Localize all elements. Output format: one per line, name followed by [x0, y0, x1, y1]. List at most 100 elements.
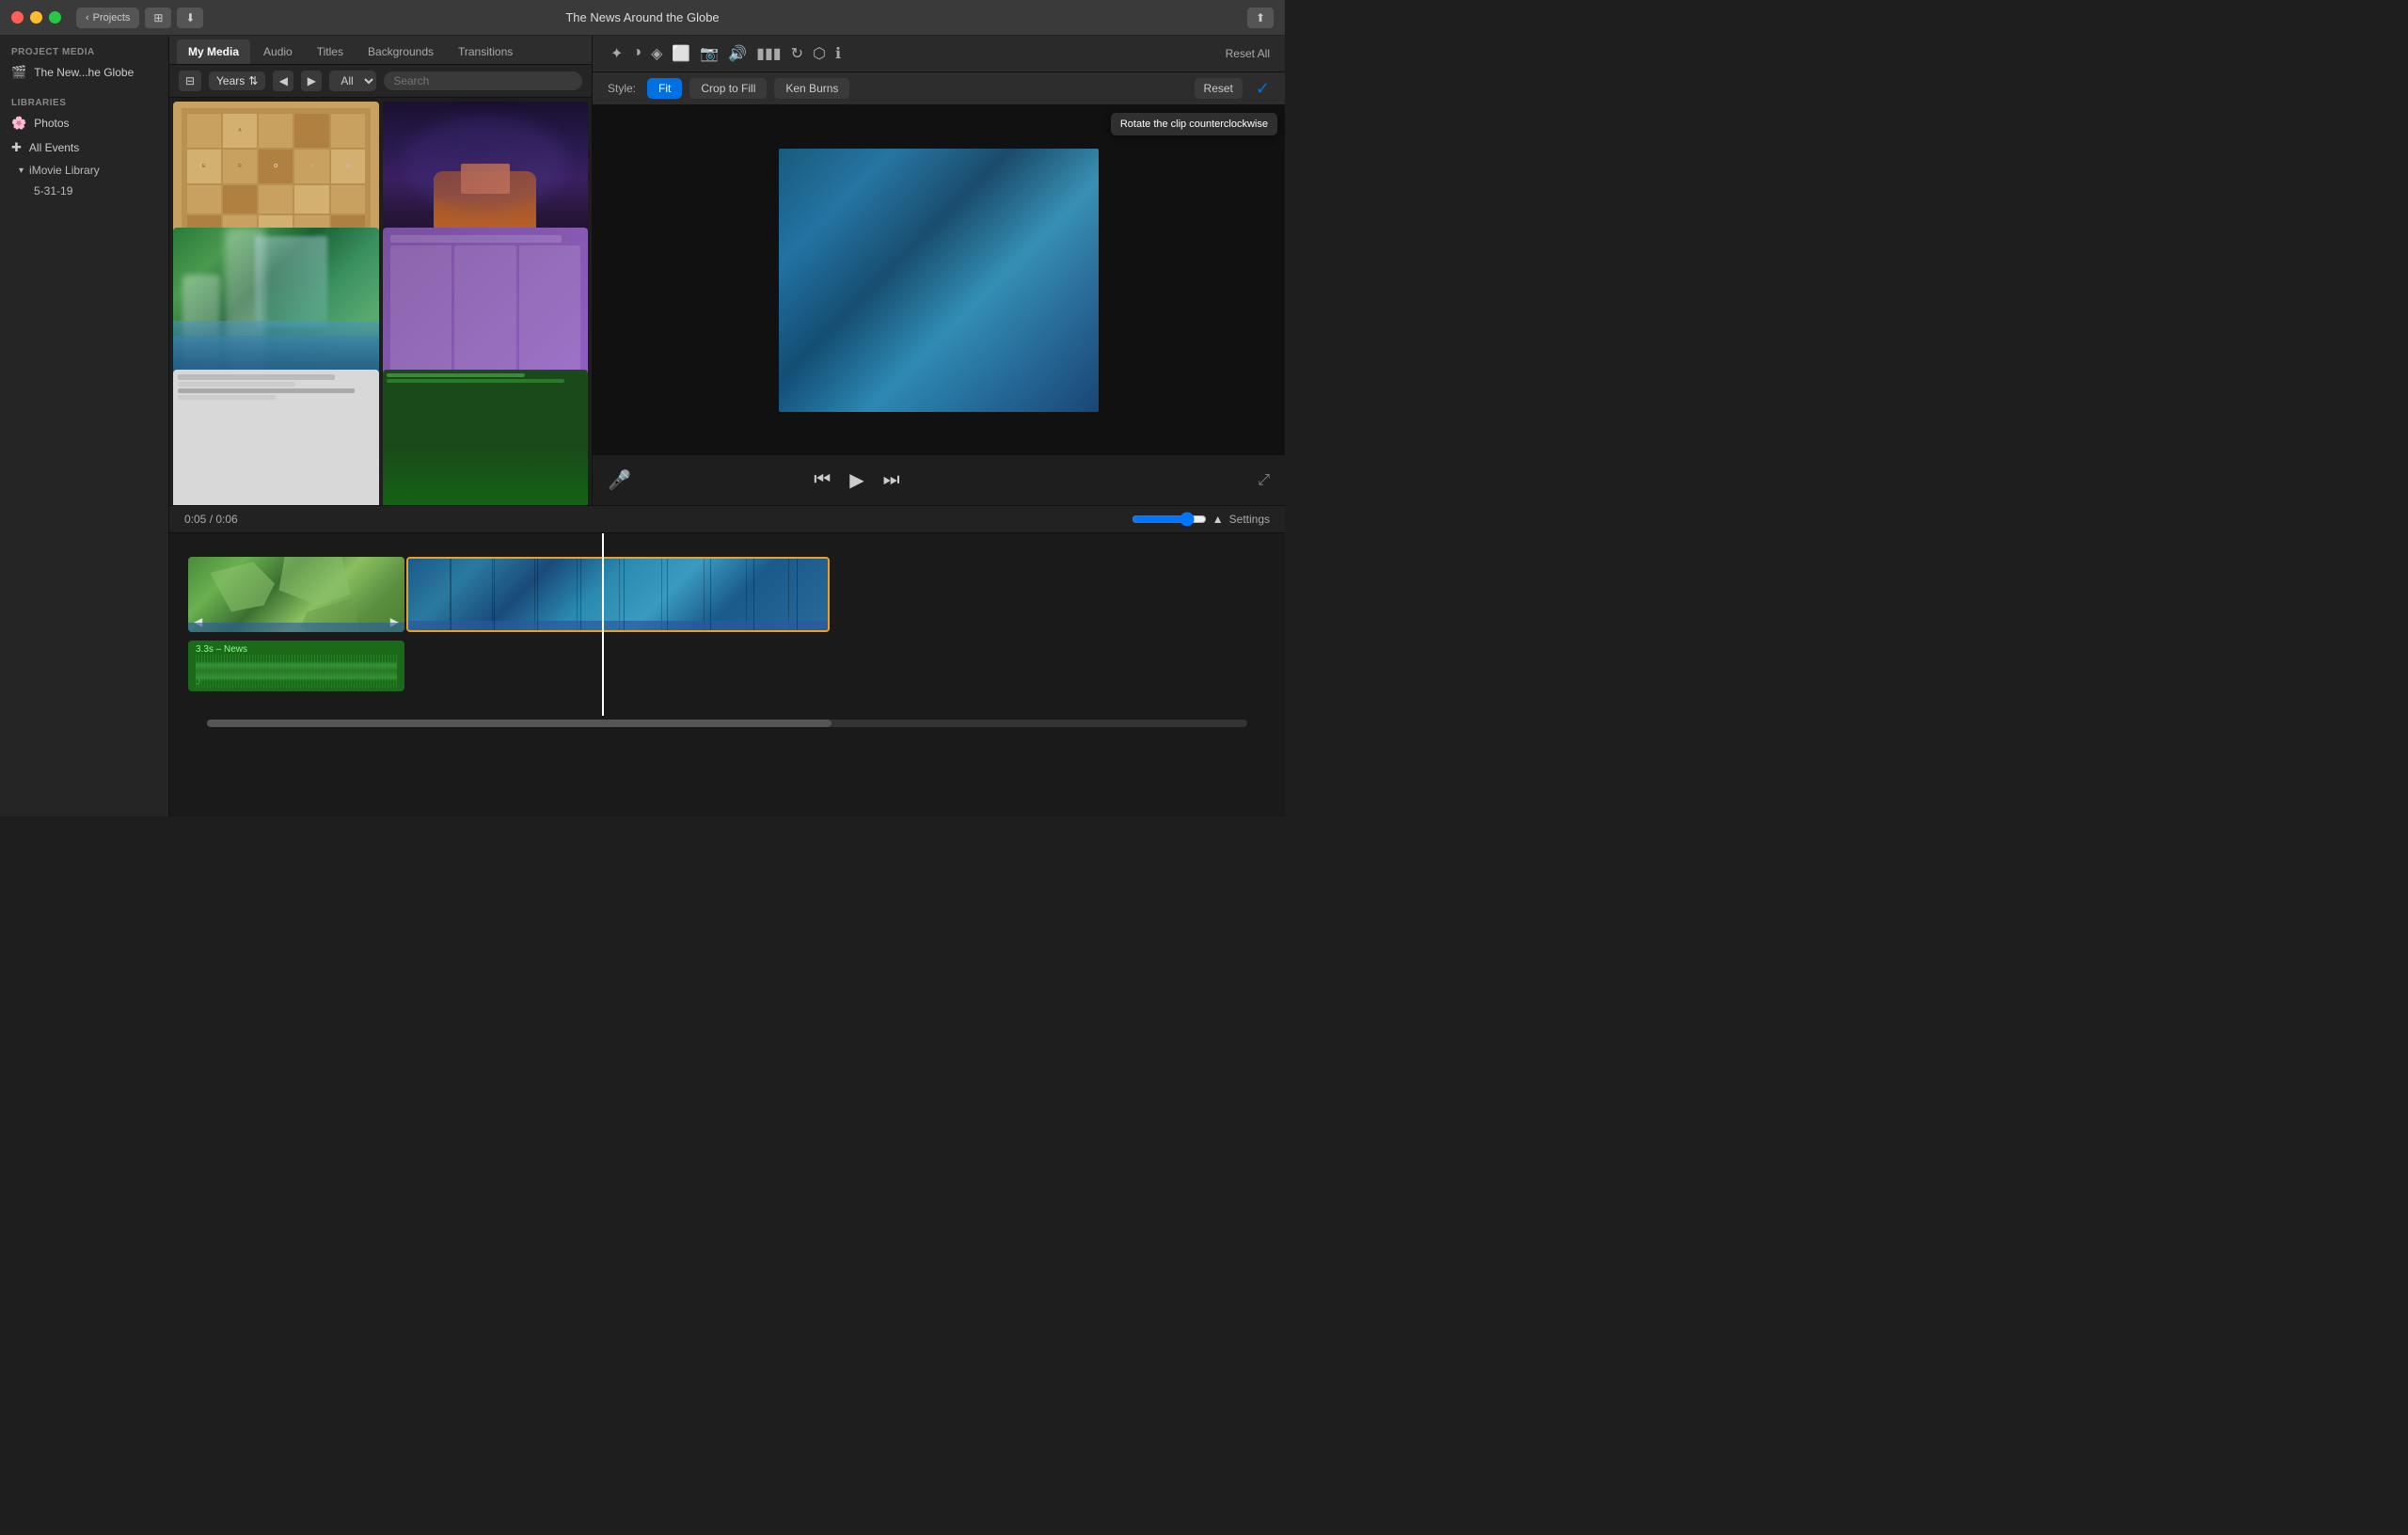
media-thumb-screenshot[interactable]	[173, 370, 379, 505]
zoom-slider[interactable]	[1132, 512, 1207, 527]
clip-waterfall-selected[interactable]	[406, 557, 830, 632]
tab-my-media[interactable]: My Media	[177, 40, 250, 64]
media-thumb-purple[interactable]	[383, 228, 589, 382]
chevron-left-icon: ‹	[86, 12, 89, 24]
expand-icon[interactable]: ⤢	[1258, 472, 1270, 489]
stabilize-icon[interactable]: ↻	[788, 41, 806, 66]
tab-audio[interactable]: Audio	[252, 40, 304, 64]
tab-transitions[interactable]: Transitions	[447, 40, 524, 64]
clip-frame	[408, 559, 828, 630]
media-thumb-waterfall[interactable]	[173, 228, 379, 382]
waveform-wave	[196, 655, 397, 688]
media-toolbar: My Media Audio Titles Backgrounds Transi…	[169, 36, 592, 65]
style-kenburns-button[interactable]: Ken Burns	[774, 78, 849, 99]
close-button[interactable]	[11, 11, 24, 24]
maximize-button[interactable]	[49, 11, 61, 24]
nav-right-button[interactable]: ▶	[301, 71, 322, 91]
main-layout: PROJECT MEDIA 🎬 The New...he Globe LIBRA…	[0, 36, 1285, 816]
timeline-header: 0:05 / 0:06 ▲ Settings	[169, 506, 1285, 533]
media-subtoolbar: ⊟ Years ⇅ ◀ ▶ All	[169, 65, 592, 98]
tab-backgrounds[interactable]: Backgrounds	[356, 40, 445, 64]
media-tabs: My Media Audio Titles Backgrounds Transi…	[169, 36, 592, 64]
timeline-section: 0:05 / 0:06 ▲ Settings	[169, 506, 1285, 816]
time-current: 0:05	[184, 513, 206, 526]
preview-area: Rotate the clip counterclockwise	[593, 105, 1285, 454]
sidebar-item-project[interactable]: 🎬 The New...he Globe	[0, 60, 168, 85]
preview-video	[779, 149, 1099, 412]
sidebar-toggle-button[interactable]: ⊟	[179, 71, 201, 91]
back-label: Projects	[93, 12, 131, 24]
video-track: ◀ ▶	[169, 552, 1285, 637]
project-media-title: PROJECT MEDIA	[0, 41, 168, 60]
download-button[interactable]: ⬇	[177, 8, 203, 28]
toolbar-icon-group: ✦ ◑ ◈ ⬜ 📷 🔊 ▮▮▮ ↻ ⬡ ℹ	[608, 41, 844, 66]
confirm-checkmark[interactable]: ✓	[1256, 79, 1270, 99]
360-icon[interactable]: ⬡	[810, 41, 829, 66]
time-total: 0:06	[215, 513, 237, 526]
skip-back-button[interactable]: ⏮	[806, 466, 838, 495]
years-selector[interactable]: Years ⇅	[209, 71, 265, 90]
top-section: My Media Audio Titles Backgrounds Transi…	[169, 36, 1285, 506]
info-icon[interactable]: ℹ	[832, 41, 844, 66]
minimize-button[interactable]	[30, 11, 42, 24]
all-events-label: All Events	[29, 141, 79, 154]
preview-panel: ✦ ◑ ◈ ⬜ 📷 🔊 ▮▮▮ ↻ ⬡ ℹ Reset All	[593, 36, 1285, 505]
film-icon: 🎬	[11, 65, 26, 80]
view-toggle-button[interactable]: ⊞	[145, 8, 171, 28]
photos-label: Photos	[34, 117, 69, 130]
chevron-down-icon: ▾	[19, 166, 24, 176]
back-projects-button[interactable]: ‹ Projects	[76, 8, 139, 28]
sidebar-item-imovie-library[interactable]: ▾ iMovie Library	[0, 160, 168, 181]
play-button[interactable]: ▶	[842, 465, 871, 496]
reset-all-button[interactable]: Reset All	[1226, 47, 1270, 60]
microphone-icon[interactable]: 🎤	[608, 468, 631, 492]
playback-controls: ⏮ ▶ ⏭	[806, 465, 907, 496]
music-note-icon: ♪	[196, 674, 201, 688]
scrollbar-container	[169, 716, 1285, 733]
style-crop-button[interactable]: Crop to Fill	[689, 78, 767, 99]
years-label: Years	[216, 74, 245, 87]
style-fit-button[interactable]: Fit	[647, 78, 682, 99]
volume-icon[interactable]: 🔊	[725, 41, 750, 66]
filter-icon[interactable]: ◈	[648, 41, 665, 66]
tab-titles[interactable]: Titles	[306, 40, 355, 64]
sidebar-item-5-31-19[interactable]: 5-31-19	[0, 181, 168, 201]
media-grid: A EROIU	[169, 98, 592, 505]
audio-clip[interactable]: 3.3s – News ♪	[188, 641, 404, 691]
photos-icon: 🌸	[11, 116, 26, 131]
share-button[interactable]: ⬆	[1247, 8, 1274, 28]
zoom-controls: ▲ Settings	[1132, 512, 1270, 527]
audio-track: 3.3s – News ♪	[169, 641, 1285, 706]
preview-controls: 🎤 ⏮ ▶ ⏭ ⤢	[593, 454, 1285, 505]
sidebar-item-all-events[interactable]: ✚ All Events	[0, 135, 168, 160]
crop-icon[interactable]: ⬜	[669, 41, 693, 66]
magic-wand-icon[interactable]: ✦	[608, 41, 626, 66]
zoom-mountain-icon: ▲	[1212, 513, 1224, 526]
audio-waveform	[196, 655, 397, 688]
camera-icon[interactable]: 📷	[697, 41, 721, 66]
settings-button[interactable]: Settings	[1229, 513, 1270, 526]
speed-icon[interactable]: ▮▮▮	[753, 41, 784, 66]
skip-forward-button[interactable]: ⏭	[876, 466, 908, 495]
sidebar-item-photos[interactable]: 🌸 Photos	[0, 111, 168, 135]
timeline-content: ◀ ▶	[169, 533, 1285, 816]
scrollbar-thumb[interactable]	[207, 720, 832, 727]
media-thumb-green[interactable]	[383, 370, 589, 505]
preview-toolbar: ✦ ◑ ◈ ⬜ 📷 🔊 ▮▮▮ ↻ ⬡ ℹ Reset All	[593, 36, 1285, 72]
all-events-icon: ✚	[11, 140, 22, 155]
filter-select[interactable]: All	[329, 71, 376, 91]
window-title: The News Around the Globe	[565, 10, 719, 24]
timeline-scrollbar[interactable]	[207, 720, 1247, 727]
titlebar: ‹ Projects ⊞ ⬇ The News Around the Globe…	[0, 0, 1285, 36]
audio-clip-label: 3.3s – News	[196, 644, 397, 655]
clip-world-map[interactable]: ◀ ▶	[188, 557, 404, 632]
tooltip-rotate: Rotate the clip counterclockwise	[1111, 113, 1277, 135]
playhead[interactable]	[602, 533, 604, 716]
style-toolbar: Style: Fit Crop to Fill Ken Burns Reset …	[593, 72, 1285, 105]
current-timecode: 0:05 / 0:06	[184, 513, 238, 526]
content-area: My Media Audio Titles Backgrounds Transi…	[169, 36, 1285, 816]
reset-button[interactable]: Reset	[1195, 78, 1243, 99]
search-input[interactable]	[384, 71, 582, 90]
color-icon[interactable]: ◑	[629, 41, 644, 66]
nav-left-button[interactable]: ◀	[273, 71, 293, 91]
